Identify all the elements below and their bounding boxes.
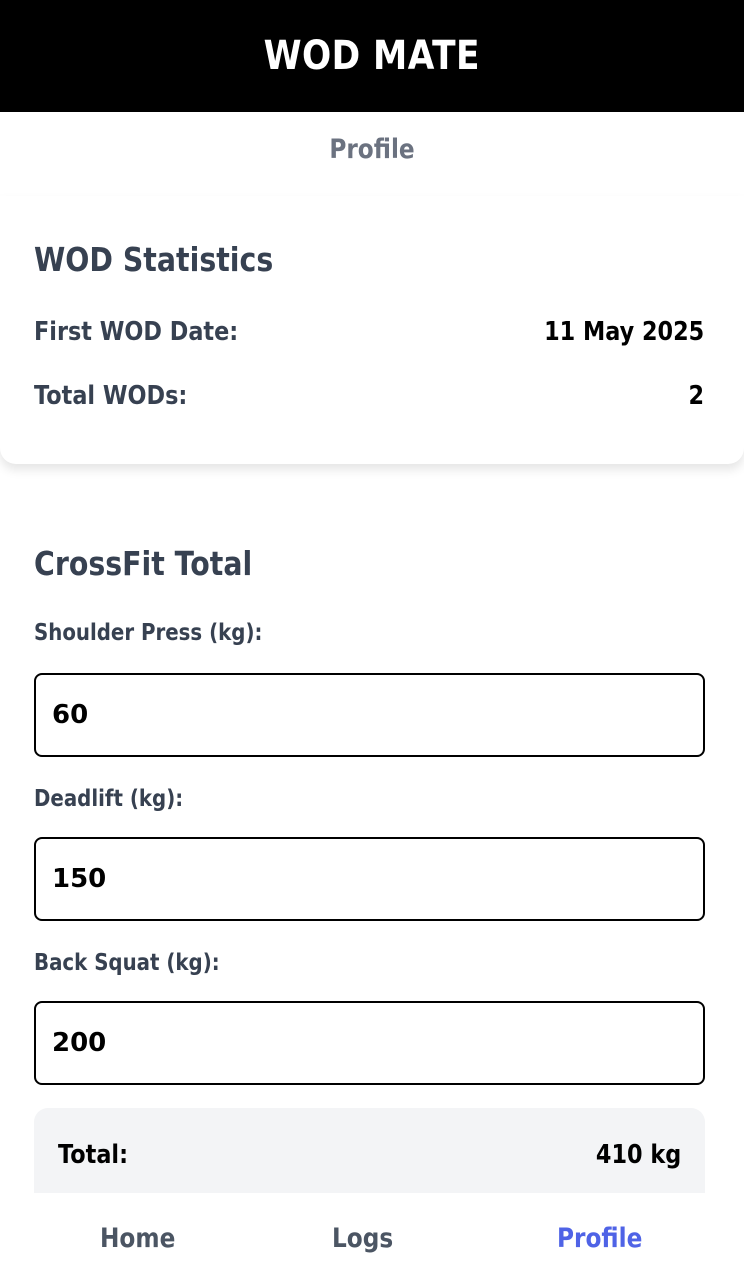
wod-statistics-title: WOD Statistics xyxy=(34,240,274,279)
shoulder-press-label: Shoulder Press (kg): xyxy=(34,620,263,646)
wod-statistics-card: WOD Statistics First WOD Date: 11 May 20… xyxy=(0,196,744,464)
app: WOD MATE Profile WOD Statistics First WO… xyxy=(0,0,744,1286)
first-wod-date-row: First WOD Date: 11 May 2025 xyxy=(34,317,704,357)
first-wod-date-value: 11 May 2025 xyxy=(543,317,704,347)
total-label: Total: xyxy=(58,1140,129,1170)
app-header: WOD MATE xyxy=(0,0,744,112)
bottom-nav: Home Logs Profile xyxy=(0,1193,744,1286)
first-wod-date-label: First WOD Date: xyxy=(34,317,239,347)
total-wods-value: 2 xyxy=(688,381,704,411)
nav-home[interactable]: Home xyxy=(100,1223,175,1254)
back-squat-input[interactable] xyxy=(34,1001,705,1085)
total-wods-label: Total WODs: xyxy=(34,381,188,411)
deadlift-label: Deadlift (kg): xyxy=(34,786,184,812)
deadlift-input[interactable] xyxy=(34,837,705,921)
crossfit-total-title: CrossFit Total xyxy=(34,544,253,583)
total-wods-row: Total WODs: 2 xyxy=(34,381,704,421)
back-squat-label: Back Squat (kg): xyxy=(34,950,220,976)
total-value: 410 kg xyxy=(595,1140,681,1170)
app-title: WOD MATE xyxy=(263,33,481,79)
nav-profile[interactable]: Profile xyxy=(557,1223,642,1254)
shoulder-press-input[interactable] xyxy=(34,673,705,757)
nav-logs[interactable]: Logs xyxy=(332,1223,393,1254)
page-title: Profile xyxy=(329,134,415,165)
